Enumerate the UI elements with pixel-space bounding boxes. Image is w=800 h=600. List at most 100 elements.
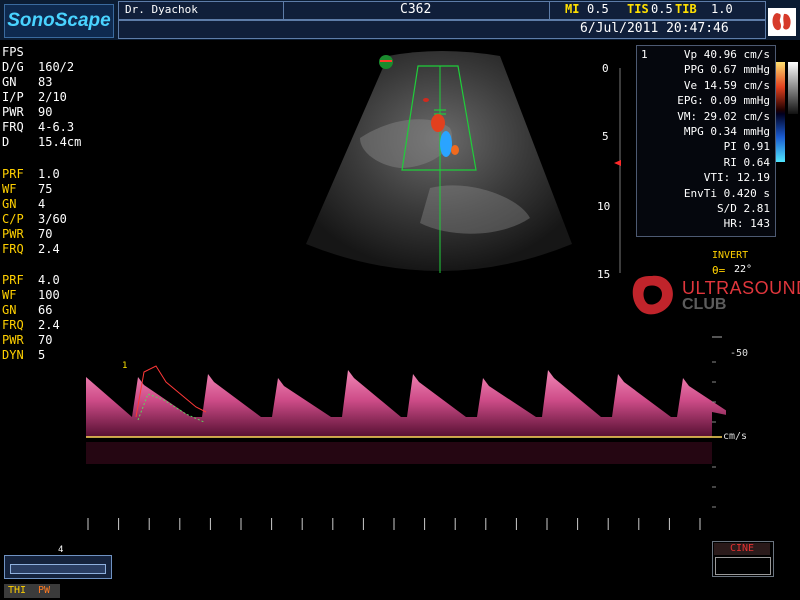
b_mode_params-row: GN 83 xyxy=(2,75,52,90)
mi-value: 0.5 xyxy=(587,2,609,16)
color_params-label: PWR xyxy=(2,227,24,241)
tis-value: 0.5 xyxy=(651,2,673,16)
depth-ticks xyxy=(614,68,621,273)
focus-marker-icon[interactable] xyxy=(614,160,621,166)
measurement-line: EPG: 0.09 mmHg xyxy=(677,94,770,108)
b_mode_params-value: 4-6.3 xyxy=(38,120,75,134)
color_params-row: WF 75 xyxy=(2,182,52,197)
tib-label: TIB xyxy=(675,2,697,16)
doppler-spectrum xyxy=(86,370,726,437)
invert-label: INVERT xyxy=(712,250,749,261)
measurement-line: EnvTi 0.420 s xyxy=(683,186,770,200)
b_mode_params-row: FPS xyxy=(2,45,38,60)
b_mode_params-value: 83 xyxy=(38,75,53,89)
velocity-unit: cm/s xyxy=(723,431,748,442)
b_mode_params-row: PWR 90 xyxy=(2,105,52,120)
cycle-marker: 1 xyxy=(122,361,127,371)
color_params-row: PWR 70 xyxy=(2,227,52,242)
color_params-value: 4 xyxy=(38,197,46,211)
zoom-value: 4 xyxy=(58,545,64,555)
b_mode_params-value: 2/10 xyxy=(38,90,67,104)
b_mode_params-label: PWR xyxy=(2,105,24,119)
color_params-row: PRF 1.0 xyxy=(2,167,60,182)
color_params-row: GN 4 xyxy=(2,197,45,212)
pw_params-value: 4.0 xyxy=(38,273,60,287)
b_mode_params-value: 90 xyxy=(38,105,53,119)
color-flow-red xyxy=(431,114,445,132)
b_mode_params-row: I/P 2/10 xyxy=(2,90,67,105)
pw_params-label: GN xyxy=(2,303,17,317)
angle-value: 22° xyxy=(734,264,753,275)
pw_params-label: PWR xyxy=(2,333,24,347)
measurement-line: RI 0.64 xyxy=(723,155,770,169)
b_mode_params-label: FRQ xyxy=(2,120,24,134)
color_params-value: 1.0 xyxy=(38,167,60,181)
spectral-doppler-display: 1 xyxy=(86,336,726,530)
pw-mode-label: PW xyxy=(38,585,51,596)
color_params-label: C/P xyxy=(2,212,24,226)
color_params-value: 75 xyxy=(38,182,53,196)
pw_params-value: 5 xyxy=(38,348,46,362)
reverse-flow-noise xyxy=(86,442,712,464)
pw_params-row: PWR 70 xyxy=(2,333,52,348)
sector-area xyxy=(306,51,572,271)
color_params-label: PRF xyxy=(2,167,24,181)
depth-label: 5 xyxy=(602,130,609,143)
pw_params-value: 100 xyxy=(38,288,60,302)
velocity-scale-label: -50 xyxy=(730,348,749,359)
color_params-value: 70 xyxy=(38,227,53,241)
measurement-line: MPG 0.34 mmHg xyxy=(683,125,770,138)
b_mode_params-value: 15.4cm xyxy=(38,135,82,149)
measurement-line: PI 0.91 xyxy=(723,140,770,154)
pw_params-value: 66 xyxy=(38,303,53,317)
color_params-label: GN xyxy=(2,197,17,211)
b-mode-image xyxy=(306,51,572,273)
b_mode_params-label: D/G xyxy=(2,60,24,74)
brand-logo: SonoScape xyxy=(4,4,114,38)
measurement-line: HR: 143 xyxy=(723,217,770,231)
kidney-icon xyxy=(768,8,796,36)
color_params-value: 3/60 xyxy=(38,212,67,226)
date-time: 6/Jul/2011 20:47:46 xyxy=(580,21,729,36)
pw_params-label: FRQ xyxy=(2,318,24,332)
measurement-line: Ve 14.59 cm/s xyxy=(683,78,770,92)
pw_params-row: PRF 4.0 xyxy=(2,273,60,288)
pw_params-row: WF 100 xyxy=(2,288,60,303)
b_mode_params-label: I/P xyxy=(2,90,24,104)
b_mode_params-label: D xyxy=(2,135,10,149)
tis-label: TIS xyxy=(627,2,649,16)
depth-label: 10 xyxy=(597,200,611,213)
color_params-label: WF xyxy=(2,182,17,196)
color_params-row: FRQ 2.4 xyxy=(2,242,60,257)
b_mode_params-row: D/G 160/2 xyxy=(2,60,74,75)
color_params-label: FRQ xyxy=(2,242,24,256)
b_mode_params-row: FRQ 4-6.3 xyxy=(2,120,74,135)
color_params-value: 2.4 xyxy=(38,242,60,256)
pw_params-row: DYN 5 xyxy=(2,348,45,363)
color_params-row: C/P 3/60 xyxy=(2,212,67,227)
pw_params-label: PRF xyxy=(2,273,24,287)
b_mode_params-label: GN xyxy=(2,75,17,89)
mi-label: MI xyxy=(565,2,580,16)
doctor-name: Dr. Dyachok xyxy=(125,3,198,16)
cine-label: CINE xyxy=(714,543,770,555)
pw_params-label: DYN xyxy=(2,348,24,362)
b_mode_params-value: 160/2 xyxy=(38,60,75,74)
tib-value: 1.0 xyxy=(711,2,733,16)
probe-name: C362 xyxy=(400,2,432,17)
pw_params-label: WF xyxy=(2,288,17,302)
cine-progress-bar[interactable] xyxy=(715,557,771,575)
measurement-line: PPG 0.67 mmHg xyxy=(683,63,770,77)
measurement-line: VTI: 12.19 xyxy=(703,171,770,185)
pw_params-row: FRQ 2.4 xyxy=(2,318,60,333)
zoom-slider[interactable] xyxy=(10,564,106,574)
depth-label: 15 xyxy=(597,268,611,281)
measurement-line: Vp 40.96 cm/s xyxy=(683,48,770,61)
b_mode_params-label: FPS xyxy=(2,45,24,59)
b_mode_params-row: D 15.4cm xyxy=(2,135,81,150)
color-flow-blue xyxy=(440,131,452,157)
color-scale-bar xyxy=(775,62,798,162)
pw_params-value: 2.4 xyxy=(38,318,60,332)
thi-mode-label: THI xyxy=(8,585,27,596)
depth-label: 0 xyxy=(602,62,609,75)
